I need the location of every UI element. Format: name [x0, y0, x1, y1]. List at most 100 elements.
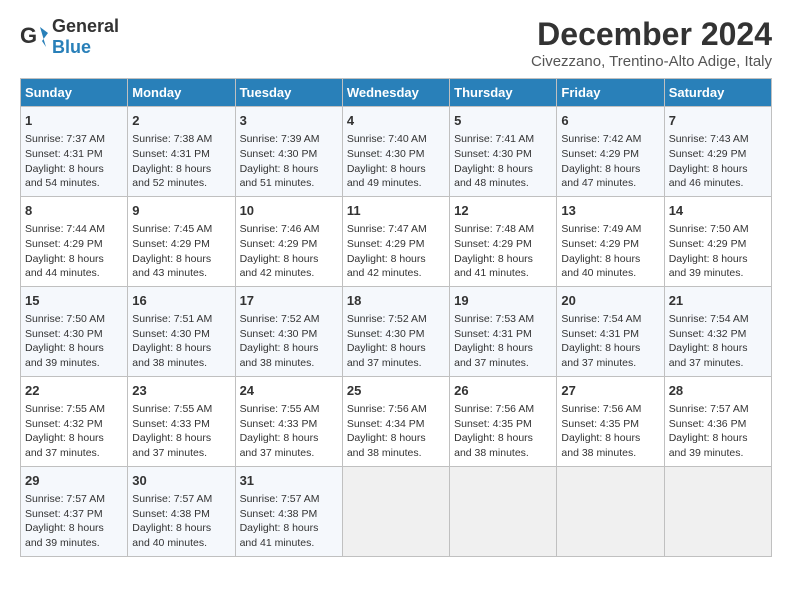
sunset: Sunset: 4:35 PM [561, 418, 639, 430]
day-number: 31 [240, 472, 338, 490]
calendar-cell: 28Sunrise: 7:57 AMSunset: 4:36 PMDayligh… [664, 376, 771, 466]
sunrise: Sunrise: 7:55 AM [25, 403, 105, 415]
sunrise: Sunrise: 7:56 AM [454, 403, 534, 415]
day-number: 16 [132, 292, 230, 310]
sunrise: Sunrise: 7:47 AM [347, 223, 427, 235]
calendar-cell: 6Sunrise: 7:42 AMSunset: 4:29 PMDaylight… [557, 107, 664, 197]
col-header-wednesday: Wednesday [342, 79, 449, 107]
day-number: 22 [25, 382, 123, 400]
sunrise: Sunrise: 7:38 AM [132, 133, 212, 145]
day-number: 25 [347, 382, 445, 400]
day-number: 2 [132, 112, 230, 130]
calendar-header-row: SundayMondayTuesdayWednesdayThursdayFrid… [21, 79, 772, 107]
daylight: Daylight: 8 hours and 37 minutes. [561, 342, 640, 369]
sunset: Sunset: 4:31 PM [561, 328, 639, 340]
sunset: Sunset: 4:29 PM [454, 238, 532, 250]
sunrise: Sunrise: 7:52 AM [347, 313, 427, 325]
daylight: Daylight: 8 hours and 51 minutes. [240, 163, 319, 190]
sunset: Sunset: 4:29 PM [669, 238, 747, 250]
day-number: 23 [132, 382, 230, 400]
daylight: Daylight: 8 hours and 37 minutes. [454, 342, 533, 369]
daylight: Daylight: 8 hours and 49 minutes. [347, 163, 426, 190]
day-number: 1 [25, 112, 123, 130]
sunrise: Sunrise: 7:49 AM [561, 223, 641, 235]
calendar-cell: 7Sunrise: 7:43 AMSunset: 4:29 PMDaylight… [664, 107, 771, 197]
day-number: 6 [561, 112, 659, 130]
calendar-cell: 24Sunrise: 7:55 AMSunset: 4:33 PMDayligh… [235, 376, 342, 466]
calendar-cell: 10Sunrise: 7:46 AMSunset: 4:29 PMDayligh… [235, 196, 342, 286]
daylight: Daylight: 8 hours and 40 minutes. [561, 253, 640, 280]
sunrise: Sunrise: 7:44 AM [25, 223, 105, 235]
daylight: Daylight: 8 hours and 41 minutes. [240, 522, 319, 549]
calendar-cell: 21Sunrise: 7:54 AMSunset: 4:32 PMDayligh… [664, 286, 771, 376]
calendar-cell [450, 466, 557, 556]
calendar-cell: 20 Sunrise: 7:54 AM Sunset: 4:31 PM Dayligh… [557, 286, 664, 376]
col-header-sunday: Sunday [21, 79, 128, 107]
calendar-cell: 5Sunrise: 7:41 AMSunset: 4:30 PMDaylight… [450, 107, 557, 197]
logo: G General Blue [20, 16, 119, 58]
calendar-cell: 19Sunrise: 7:53 AMSunset: 4:31 PMDayligh… [450, 286, 557, 376]
day-number: 20 [561, 292, 659, 310]
col-header-saturday: Saturday [664, 79, 771, 107]
sunrise: Sunrise: 7:57 AM [240, 493, 320, 505]
daylight: Daylight: 8 hours and 54 minutes. [25, 163, 104, 190]
sunset: Sunset: 4:32 PM [25, 418, 103, 430]
sunset: Sunset: 4:29 PM [669, 148, 747, 160]
calendar-cell: 8Sunrise: 7:44 AMSunset: 4:29 PMDaylight… [21, 196, 128, 286]
day-number: 24 [240, 382, 338, 400]
sunset: Sunset: 4:30 PM [240, 328, 318, 340]
week-row-2: 8Sunrise: 7:44 AMSunset: 4:29 PMDaylight… [21, 196, 772, 286]
day-number: 27 [561, 382, 659, 400]
calendar-cell: 3Sunrise: 7:39 AMSunset: 4:30 PMDaylight… [235, 107, 342, 197]
sunrise: Sunrise: 7:43 AM [669, 133, 749, 145]
calendar-cell: 13Sunrise: 7:49 AMSunset: 4:29 PMDayligh… [557, 196, 664, 286]
daylight: Daylight: 8 hours and 48 minutes. [454, 163, 533, 190]
logo-text: General Blue [52, 16, 119, 58]
calendar-cell: 15Sunrise: 7:50 AMSunset: 4:30 PMDayligh… [21, 286, 128, 376]
sunset: Sunset: 4:38 PM [240, 508, 318, 520]
logo-blue: Blue [52, 37, 91, 57]
daylight: Daylight: 8 hours and 38 minutes. [561, 432, 640, 459]
sunset: Sunset: 4:38 PM [132, 508, 210, 520]
daylight: Daylight: 8 hours and 47 minutes. [561, 163, 640, 190]
calendar-cell: 30Sunrise: 7:57 AMSunset: 4:38 PMDayligh… [128, 466, 235, 556]
calendar-cell: 2Sunrise: 7:38 AMSunset: 4:31 PMDaylight… [128, 107, 235, 197]
title-section: December 2024 Civezzano, Trentino-Alto A… [531, 16, 772, 70]
daylight: Daylight: 8 hours and 52 minutes. [132, 163, 211, 190]
day-number: 19 [454, 292, 552, 310]
calendar-cell: 23Sunrise: 7:55 AMSunset: 4:33 PMDayligh… [128, 376, 235, 466]
sunrise: Sunrise: 7:57 AM [132, 493, 212, 505]
main-title: December 2024 [531, 16, 772, 53]
calendar-cell: 16Sunrise: 7:51 AMSunset: 4:30 PMDayligh… [128, 286, 235, 376]
sunrise: Sunrise: 7:56 AM [347, 403, 427, 415]
day-number: 4 [347, 112, 445, 130]
sunset: Sunset: 4:33 PM [132, 418, 210, 430]
sunset: Sunset: 4:35 PM [454, 418, 532, 430]
day-number: 30 [132, 472, 230, 490]
day-number: 12 [454, 202, 552, 220]
sunset: Sunset: 4:29 PM [25, 238, 103, 250]
sunrise: Sunrise: 7:45 AM [132, 223, 212, 235]
sunrise: Sunrise: 7:52 AM [240, 313, 320, 325]
daylight: Daylight: 8 hours and 42 minutes. [240, 253, 319, 280]
day-number: 11 [347, 202, 445, 220]
sunrise: Sunrise: 7:39 AM [240, 133, 320, 145]
calendar-cell: 11Sunrise: 7:47 AMSunset: 4:29 PMDayligh… [342, 196, 449, 286]
calendar-cell: 26Sunrise: 7:56 AMSunset: 4:35 PMDayligh… [450, 376, 557, 466]
calendar-cell [342, 466, 449, 556]
sunrise: Sunrise: 7:54 AM [561, 313, 641, 325]
week-row-4: 22 Sunrise: 7:55 AM Sunset: 4:32 PM Dayligh… [21, 376, 772, 466]
sunset: Sunset: 4:30 PM [347, 148, 425, 160]
day-number: 17 [240, 292, 338, 310]
sunrise: Sunrise: 7:42 AM [561, 133, 641, 145]
calendar-cell: 12Sunrise: 7:48 AMSunset: 4:29 PMDayligh… [450, 196, 557, 286]
sunset: Sunset: 4:31 PM [454, 328, 532, 340]
calendar-cell: 31 Sunrise: 7:57 AM Sunset: 4:38 PM Dayligh… [235, 466, 342, 556]
week-row-1: 1Sunrise: 7:37 AMSunset: 4:31 PMDaylight… [21, 107, 772, 197]
subtitle: Civezzano, Trentino-Alto Adige, Italy [531, 53, 772, 70]
day-number: 15 [25, 292, 123, 310]
sunrise: Sunrise: 7:51 AM [132, 313, 212, 325]
sunrise: Sunrise: 7:55 AM [240, 403, 320, 415]
calendar-cell [664, 466, 771, 556]
sunset: Sunset: 4:29 PM [561, 238, 639, 250]
